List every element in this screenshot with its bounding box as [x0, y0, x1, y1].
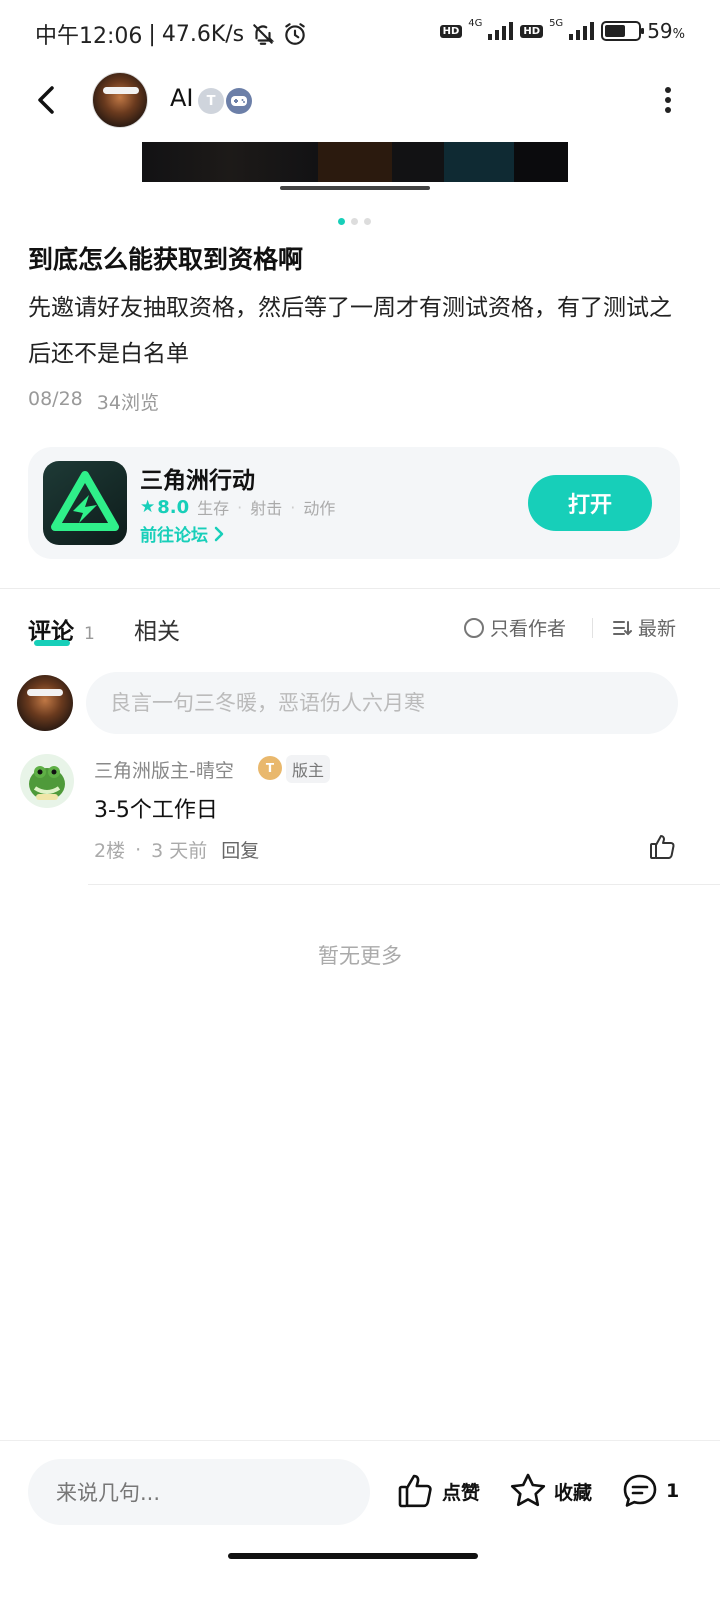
hd-badge-2: HD — [520, 24, 544, 38]
comment-floor: 2楼 — [94, 840, 126, 862]
like-button[interactable]: 点赞 — [396, 1471, 480, 1511]
game-logo-icon — [43, 461, 127, 545]
game-rating-group: ★ 8.0 — [140, 497, 189, 518]
tab-comments-count: 1 — [84, 624, 95, 644]
network-5g-label: 5G — [549, 17, 564, 29]
gallery-dot[interactable] — [338, 218, 345, 225]
comment-text: 3-5个工作日 — [94, 798, 218, 823]
tag-separator: · — [237, 497, 243, 517]
open-game-button[interactable]: 打开 — [528, 475, 652, 531]
game-name[interactable]: 三角洲行动 — [140, 461, 255, 495]
comment-tabs: 评论 1 相关 只看作者 最新 — [28, 612, 692, 652]
sort-label: 最新 — [638, 618, 677, 640]
network-4g-label: 4G — [468, 17, 483, 29]
author-avatar[interactable] — [92, 72, 148, 128]
status-left: 中午12:06 | 47.6K/s — [35, 18, 308, 50]
forum-link-label: 前往论坛 — [140, 526, 208, 546]
tag-separator: · — [290, 497, 296, 517]
author-only-label: 只看作者 — [490, 618, 567, 640]
filter-divider — [592, 618, 593, 638]
home-indicator[interactable] — [228, 1553, 478, 1559]
signal-icon-1 — [488, 22, 514, 40]
game-rating-value: 8.0 — [157, 496, 190, 518]
top-bar: AI T — [0, 70, 720, 130]
comment-input[interactable] — [86, 672, 678, 734]
post-meta: 08/28 34浏览 — [28, 388, 159, 415]
comment-bubble-icon — [623, 1474, 657, 1507]
game-tag: 生存 — [197, 499, 230, 518]
comment-item: 三角洲版主-晴空 T 版主 3-5个工作日 2楼 · 3 天前 回复 — [0, 752, 720, 886]
forum-link[interactable]: 前往论坛 — [140, 521, 224, 546]
status-bar: 中午12:06 | 47.6K/s HD 4G HD 5G 59% — [0, 0, 720, 64]
status-speed: 47.6K/s — [161, 21, 245, 47]
alarm-clock-icon — [285, 23, 305, 45]
game-card[interactable]: 三角洲行动 ★ 8.0 生存 · 射击 · 动作 前往论坛 打开 — [28, 447, 680, 559]
tab-related[interactable]: 相关 — [134, 612, 180, 646]
game-tag: 动作 — [303, 499, 336, 518]
post-title: 到底怎么能获取到资格啊 — [28, 245, 304, 274]
thumbs-up-icon — [398, 1474, 432, 1508]
gallery-pagination — [338, 218, 371, 225]
active-tab-indicator — [34, 640, 70, 646]
comment-meta-sep: · — [135, 838, 142, 861]
status-right: HD 4G HD 5G 59% — [439, 17, 685, 43]
moderator-badge: 版主 — [286, 755, 331, 783]
status-time: 中午12:06 — [35, 24, 143, 49]
battery-unit: % — [672, 27, 685, 42]
thumbs-up-icon[interactable] — [648, 832, 678, 862]
chevron-right-icon — [214, 526, 224, 541]
favorite-button[interactable]: 收藏 — [508, 1471, 592, 1511]
favorite-label: 收藏 — [554, 1481, 593, 1504]
commenter-level-badge: T — [258, 756, 282, 780]
comment-meta: 2楼 · 3 天前 回复 — [94, 836, 259, 863]
bottom-comment-input[interactable]: 来说几句... — [28, 1459, 370, 1525]
signal-icon-2 — [569, 22, 595, 40]
bottom-action-bar: 来说几句... 点赞 收藏 1 — [0, 1440, 720, 1600]
more-vertical-icon[interactable] — [656, 84, 680, 116]
gallery-scroll-handle — [280, 186, 430, 190]
status-divider: | — [148, 21, 156, 47]
post-image-gallery[interactable] — [142, 142, 568, 182]
mute-bell-icon — [253, 24, 275, 45]
star-outline-icon — [510, 1473, 546, 1507]
gallery-dot[interactable] — [351, 218, 358, 225]
commenter-name[interactable]: 三角洲版主-晴空 — [94, 756, 234, 783]
no-more-label: 暂无更多 — [318, 944, 402, 968]
commenter-avatar[interactable] — [20, 754, 74, 808]
post-body: 先邀请好友抽取资格，然后等了一周才有测试资格，有了测试之后还不是白名单 — [28, 295, 672, 367]
comments-button[interactable]: 1 — [620, 1471, 679, 1511]
level-badge: T — [198, 88, 224, 114]
post-views: 34浏览 — [96, 392, 159, 414]
radio-circle-icon — [464, 617, 484, 638]
reply-button[interactable]: 回复 — [221, 836, 259, 863]
author-name[interactable]: AI — [170, 84, 194, 112]
game-rating-row: ★ 8.0 生存 · 射击 · 动作 — [140, 495, 335, 519]
battery-value: 59 — [647, 19, 673, 43]
my-avatar — [17, 675, 73, 731]
back-arrow-icon[interactable] — [28, 80, 68, 120]
post-date: 08/28 — [28, 388, 83, 410]
section-divider — [0, 588, 720, 589]
comment-time: 3 天前 — [151, 840, 208, 862]
comment-count: 1 — [666, 1480, 680, 1502]
like-label: 点赞 — [442, 1481, 481, 1504]
hd-badge-1: HD — [439, 24, 463, 38]
star-icon: ★ — [140, 497, 156, 517]
game-tag: 射击 — [250, 499, 283, 518]
author-only-toggle[interactable]: 只看作者 — [464, 614, 566, 641]
gamepad-badge-icon — [226, 88, 252, 114]
gallery-dot[interactable] — [364, 218, 371, 225]
comment-divider — [88, 884, 720, 885]
sort-icon — [613, 620, 632, 635]
battery-percent: 59% — [647, 19, 685, 43]
battery-icon — [601, 21, 645, 41]
sort-toggle[interactable]: 最新 — [612, 614, 676, 641]
